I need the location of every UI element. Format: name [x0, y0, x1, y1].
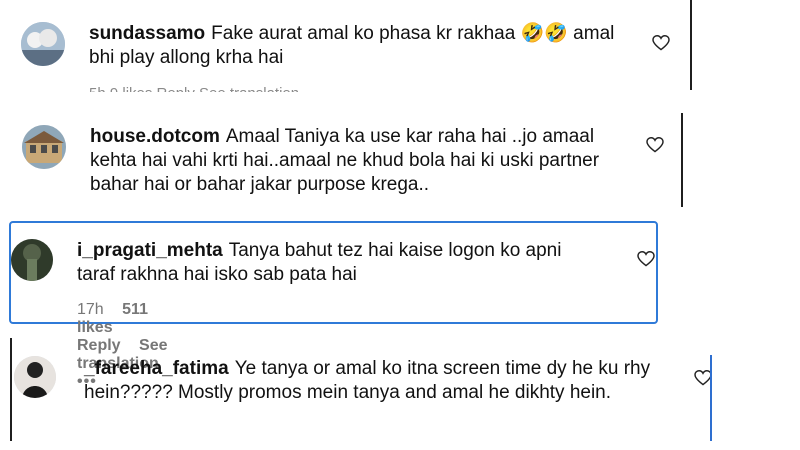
divider-line — [681, 113, 683, 207]
avatar[interactable] — [22, 125, 66, 169]
avatar[interactable] — [21, 22, 65, 66]
avatar-image — [22, 125, 66, 169]
comment-body: _fareeha_fatima Ye tanya or amal ko itna … — [84, 357, 669, 405]
avatar[interactable] — [11, 239, 53, 281]
avatar-image — [14, 356, 56, 398]
heart-icon[interactable] — [637, 251, 655, 267]
comment-username[interactable]: i_pragati_mehta — [77, 240, 223, 261]
reply-button[interactable]: Reply — [77, 337, 121, 354]
timestamp: 17h — [77, 301, 104, 318]
divider-line — [690, 0, 692, 90]
avatar-image — [11, 239, 53, 281]
comment-body: sundassamo Fake aurat amal ko phasa kr ra… — [89, 22, 634, 70]
divider-line — [710, 355, 712, 441]
avatar[interactable] — [14, 356, 56, 398]
divider-line — [10, 338, 12, 441]
comment-username[interactable]: house.dotcom — [90, 126, 220, 147]
comment-body: i_pragati_mehta Tanya bahut tez hai kaise… — [77, 239, 597, 287]
heart-icon[interactable] — [646, 137, 664, 153]
comment-body: house.dotcom Amaal Taniya ka use kar raha… — [90, 125, 630, 197]
avatar-image — [21, 22, 65, 66]
comment-username[interactable]: _fareeha_fatima — [84, 358, 229, 379]
comment-username[interactable]: sundassamo — [89, 23, 205, 44]
comment-meta-partial: 5h 9 likes Reply See translation — [89, 84, 389, 92]
heart-icon[interactable] — [652, 35, 670, 51]
